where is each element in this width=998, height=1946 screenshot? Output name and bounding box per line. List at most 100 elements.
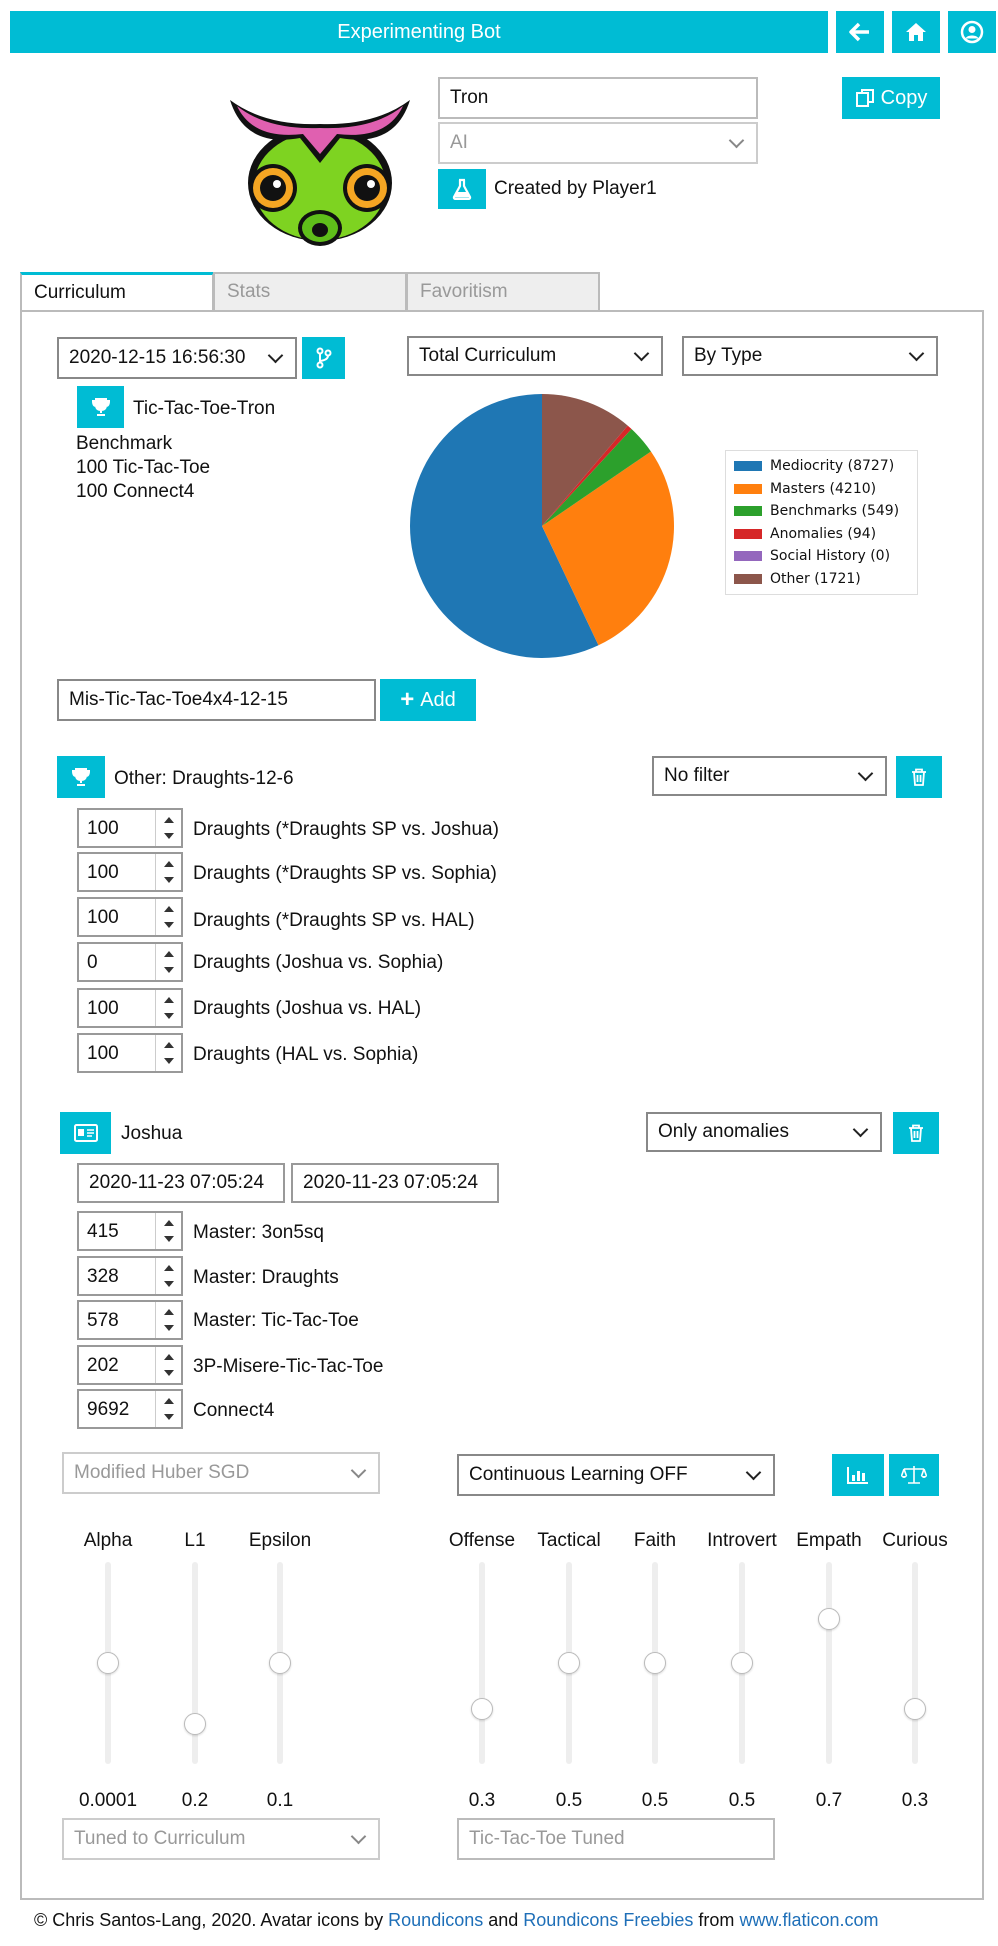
quantity-stepper[interactable]: 100 [77,852,183,892]
quantity-stepper[interactable]: 100 [77,808,183,848]
slider-value-curious: 0.3 [901,1790,929,1811]
slider-handle-l1[interactable] [184,1712,206,1735]
bot-name-input[interactable]: Tron [438,77,758,119]
bot-type-select[interactable]: AI [438,122,758,164]
code-branch-icon [316,347,331,369]
quantity-stepper[interactable]: 202 [77,1345,183,1385]
chevron-down-icon [852,1121,869,1137]
slider-label-offense: Offense [448,1530,516,1551]
quantity-stepper[interactable]: 9692 [77,1389,183,1429]
opponent-delete-button[interactable] [893,1112,939,1154]
slider-label-faith: Faith [633,1530,677,1551]
slider-handle-empath[interactable] [818,1607,840,1630]
date-from-input[interactable]: 2020-11-23 07:05:24 [77,1163,285,1203]
balance-button[interactable] [889,1454,939,1496]
slider-label-empath: Empath [796,1530,862,1551]
copy-button[interactable]: Copy [842,77,940,119]
slider-value-l1: 0.2 [181,1790,209,1811]
branch-button[interactable] [302,337,345,379]
roundicons-freebies-link[interactable]: Roundicons Freebies [523,1910,693,1930]
roundicons-link[interactable]: Roundicons [388,1910,483,1930]
curriculum-timestamp-select[interactable]: 2020-12-15 16:56:30 [57,337,297,379]
plus-icon: + [400,686,415,713]
chevron-down-icon [857,765,874,781]
balance-scale-icon [901,1466,927,1484]
slider-handle-introvert[interactable] [731,1652,753,1674]
experiment-button[interactable] [438,169,486,209]
chevron-down-icon [267,347,284,363]
add-button[interactable]: + Add [380,679,476,721]
algorithm-select[interactable]: Modified Huber SGD [62,1452,380,1494]
slider-track-empath[interactable] [826,1562,832,1764]
chevron-down-icon [745,1464,762,1480]
profile-button[interactable] [948,11,996,53]
quantity-stepper[interactable]: 328 [77,1256,183,1296]
tab-favoritism[interactable]: Favoritism [406,272,600,310]
curriculum-entries: Benchmark 100 Tic-Tac-Toe 100 Connect4 [76,433,211,502]
tab-curriculum[interactable]: Curriculum [20,272,214,310]
quantity-stepper[interactable]: 100 [77,988,183,1028]
flaticon-link[interactable]: www.flaticon.com [739,1910,878,1930]
slider-handle-tactical[interactable] [558,1652,580,1674]
legend-swatch [734,461,762,472]
slider-label-curious: Curious [882,1530,948,1551]
slider-label-introvert: Introvert [707,1530,777,1551]
slider-label-epsilon: Epsilon [248,1530,312,1551]
quantity-stepper[interactable]: 415 [77,1211,183,1251]
slider-handle-faith[interactable] [644,1652,666,1674]
tab-stats[interactable]: Stats [213,272,407,310]
curriculum-group-select[interactable]: By Type [682,336,938,376]
created-by-text: Created by Player1 [494,178,657,199]
trophy-icon [71,768,91,786]
quantity-stepper[interactable]: 100 [77,897,183,937]
curriculum-row-label: 3P-Misere-Tic-Tac-Toe [193,1356,384,1377]
quantity-stepper[interactable]: 100 [77,1033,183,1073]
legend-label: Social History (0) [770,548,891,565]
bot-avatar [225,88,415,258]
opponent-filter-select[interactable]: Only anomalies [646,1112,882,1152]
slider-value-epsilon: 0.1 [266,1790,294,1811]
slider-value-alpha: 0.0001 [78,1790,138,1811]
quantity-stepper[interactable]: 578 [77,1300,183,1340]
legend-label: Benchmarks (549) [770,503,900,520]
slider-value-offense: 0.3 [468,1790,496,1811]
legend-swatch [734,528,762,539]
quantity-stepper[interactable]: 0 [77,942,183,982]
tuned-text-input[interactable]: Tic-Tac-Toe Tuned [457,1818,775,1860]
legend-label: Anomalies (94) [770,525,877,542]
curriculum-row-label: Draughts (*Draughts SP vs. Sophia) [193,863,497,884]
champion-trophy-button[interactable] [77,386,124,428]
curriculum-view-select[interactable]: Total Curriculum [407,336,663,376]
opponent-card-button[interactable] [60,1112,111,1154]
new-curriculum-item-input[interactable]: Mis-Tic-Tac-Toe4x4-12-15 [57,679,376,721]
curriculum-row-label: Master: Draughts [193,1267,339,1288]
legend-swatch [734,573,762,584]
chevron-down-icon [908,345,925,361]
continuous-learning-select[interactable]: Continuous Learning OFF [457,1454,775,1496]
chart-button[interactable] [832,1454,884,1496]
id-card-icon [73,1124,98,1142]
curriculum-row-label: Draughts (HAL vs. Sophia) [193,1044,419,1065]
other-delete-button[interactable] [896,756,942,798]
slider-label-tactical: Tactical [537,1530,601,1551]
slider-track-offense[interactable] [479,1562,485,1764]
footer: © Chris Santos-Lang, 2020. Avatar icons … [34,1910,879,1930]
arrow-left-icon [849,22,869,42]
chevron-down-icon [350,1462,367,1478]
chevron-down-icon [633,345,650,361]
other-filter-select[interactable]: No filter [652,756,887,796]
legend-label: Other (1721) [770,570,861,587]
tuning-select[interactable]: Tuned to Curriculum [62,1818,380,1860]
home-icon [906,23,926,41]
other-trophy-button[interactable] [57,756,105,798]
other-section-title: Other: Draughts-12-6 [114,768,294,789]
slider-handle-alpha[interactable] [97,1652,119,1674]
legend-entry: Masters (4210) [734,478,909,501]
legend-entry: Benchmarks (549) [734,500,909,523]
slider-handle-epsilon[interactable] [269,1652,291,1674]
home-button[interactable] [892,11,940,53]
date-to-input[interactable]: 2020-11-23 07:05:24 [291,1163,499,1203]
slider-track-curious[interactable] [912,1562,918,1764]
app-title-bar: Experimenting Bot [10,11,828,53]
back-button[interactable] [836,11,884,53]
